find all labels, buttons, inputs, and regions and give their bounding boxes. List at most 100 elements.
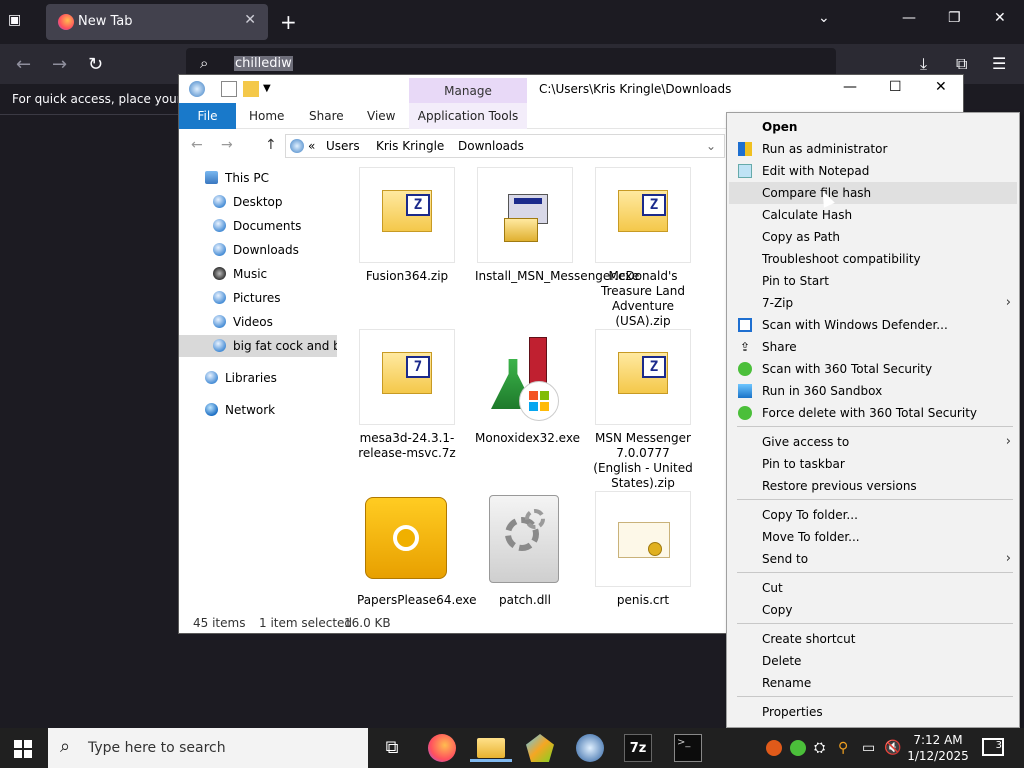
menu-item-run-as-admin[interactable]: Run as administrator [729,138,1017,160]
network-icon [205,403,218,416]
puzzle-icon[interactable]: ⧉ [956,54,967,74]
menu-item-copy-to-folder[interactable]: Copy To folder... [729,504,1017,526]
forward-arrow-icon[interactable]: → [52,54,67,75]
file-name: MSN Messenger 7.0.0777 (English - United… [593,431,693,490]
menu-item-open[interactable]: Open [729,116,1017,138]
nav-this-pc[interactable]: This PC [179,167,337,189]
menu-item-move-to-folder[interactable]: Move To folder... [729,526,1017,548]
back-arrow-icon[interactable]: ← [191,137,203,153]
nav-downloads[interactable]: Downloads [179,239,337,261]
divider [0,114,180,115]
close-tab-icon[interactable]: ✕ [244,12,256,28]
file-name: Monoxidex32.exe [475,431,580,445]
tab-share[interactable]: Share [309,109,344,123]
task-view-icon[interactable]: ⧉ [378,734,406,762]
reload-icon[interactable]: ↻ [88,54,103,75]
menu-item-scan-defender[interactable]: Scan with Windows Defender... [729,314,1017,336]
drive-icon [213,339,226,352]
up-arrow-icon[interactable]: ↑ [265,137,277,153]
network-icon[interactable]: ▭ [862,740,875,756]
restore-icon[interactable]: ❐ [948,10,961,26]
terminal-icon[interactable]: >_ [674,734,702,762]
tab-application-tools[interactable]: Application Tools [409,103,527,129]
360-security-icon[interactable] [790,740,806,756]
browser-tab[interactable]: New Tab ✕ [46,4,268,40]
menu-item-force-delete-360[interactable]: Force delete with 360 Total Security [729,402,1017,424]
close-window-icon[interactable]: ✕ [994,10,1006,26]
tab-title: New Tab [78,14,133,29]
menu-item-pin-to-start[interactable]: Pin to Start [729,270,1017,292]
menu-item-7zip[interactable]: 7-Zip › [729,292,1017,314]
download-icon[interactable]: ⤓ [920,54,927,74]
nav-drive[interactable]: big fat cock and bal [179,335,337,357]
chevron-down-icon[interactable]: ⌄ [818,10,830,26]
nav-libraries[interactable]: Libraries [179,367,337,389]
nav-pictures[interactable]: Pictures [179,287,337,309]
minimize-icon[interactable]: — [902,10,916,26]
plus-icon[interactable]: + [280,10,297,34]
menu-item-copy[interactable]: Copy [729,599,1017,621]
nav-network[interactable]: Network [179,399,337,421]
papers-please-icon [359,491,455,587]
minimize-icon[interactable]: — [843,79,857,95]
menu-item-troubleshoot[interactable]: Troubleshoot compatibility [729,248,1017,270]
back-arrow-icon[interactable]: ← [16,54,31,75]
menu-item-pin-taskbar[interactable]: Pin to taskbar [729,453,1017,475]
manage-tab[interactable]: Manage [409,78,527,104]
clock-time: 7:12 AM [913,733,963,747]
breadcrumb-downloads[interactable]: Downloads [458,139,524,153]
chevron-right-icon: › [1005,434,1011,449]
7zip-app-icon[interactable]: 7z [624,734,652,762]
nav-music[interactable]: Music [179,263,337,285]
tab-view[interactable]: View [367,109,395,123]
address-bar[interactable]: « Users Kris Kringle Downloads ⌄ [285,134,725,158]
close-icon[interactable]: ✕ [935,79,947,95]
menu-separator [737,572,1013,573]
breadcrumb-users[interactable]: Users [326,139,360,153]
search-icon: ⌕ [60,736,71,757]
taskbar-search[interactable]: ⌕ Type here to search [48,728,368,768]
menu-item-compare-hash[interactable]: Compare file hash [729,182,1017,204]
chevron-down-icon[interactable]: ▼ [263,83,279,99]
breadcrumb-kris-kringle[interactable]: Kris Kringle [376,139,444,153]
menu-item-restore-versions[interactable]: Restore previous versions [729,475,1017,497]
tray-people-icon[interactable]: ⛭ [814,740,825,756]
volume-muted-icon[interactable]: 🔇 [884,740,901,756]
menu-item-share[interactable]: ⇪ Share [729,336,1017,358]
tab-file[interactable]: File [179,103,236,129]
new-folder-icon[interactable] [243,81,259,97]
nav-videos[interactable]: Videos [179,311,337,333]
windows-start-icon[interactable] [14,740,32,758]
menu-item-properties[interactable]: Properties [729,701,1017,723]
forward-arrow-icon[interactable]: → [221,137,233,153]
app-pentagon-icon[interactable] [526,734,554,762]
maximize-icon[interactable]: ☐ [889,79,902,95]
tab-list-icon[interactable]: ▣ [8,12,30,32]
menu-item-cut[interactable]: Cut [729,577,1017,599]
hamburger-icon[interactable]: ☰ [992,54,1006,73]
globe-app-icon[interactable] [576,734,604,762]
menu-item-send-to[interactable]: Send to › [729,548,1017,570]
menu-item-give-access[interactable]: Give access to › [729,431,1017,453]
properties-icon[interactable] [221,81,237,97]
url-text[interactable]: chillediw [234,56,293,71]
chevron-down-icon[interactable]: ⌄ [706,139,716,153]
menu-item-scan-360[interactable]: Scan with 360 Total Security [729,358,1017,380]
menu-item-360-sandbox[interactable]: Run in 360 Sandbox [729,380,1017,402]
menu-item-delete[interactable]: Delete [729,650,1017,672]
notification-icon[interactable]: 3 [982,738,1004,756]
menu-item-rename[interactable]: Rename [729,672,1017,694]
nav-desktop[interactable]: Desktop [179,191,337,213]
tray-key-icon[interactable]: ⚲ [838,740,848,756]
nav-documents[interactable]: Documents [179,215,337,237]
menu-item-calculate-hash[interactable]: Calculate Hash [729,204,1017,226]
menu-item-create-shortcut[interactable]: Create shortcut [729,628,1017,650]
tab-home[interactable]: Home [249,109,284,123]
file-explorer-taskbar-icon[interactable] [470,734,512,762]
system-clock[interactable]: 7:12 AM 1/12/2025 [906,732,970,764]
videos-icon [213,315,226,328]
firefox-icon[interactable] [428,734,456,762]
tray-app-icon[interactable] [766,740,782,756]
menu-item-copy-as-path[interactable]: Copy as Path [729,226,1017,248]
menu-item-edit-notepad[interactable]: Edit with Notepad [729,160,1017,182]
